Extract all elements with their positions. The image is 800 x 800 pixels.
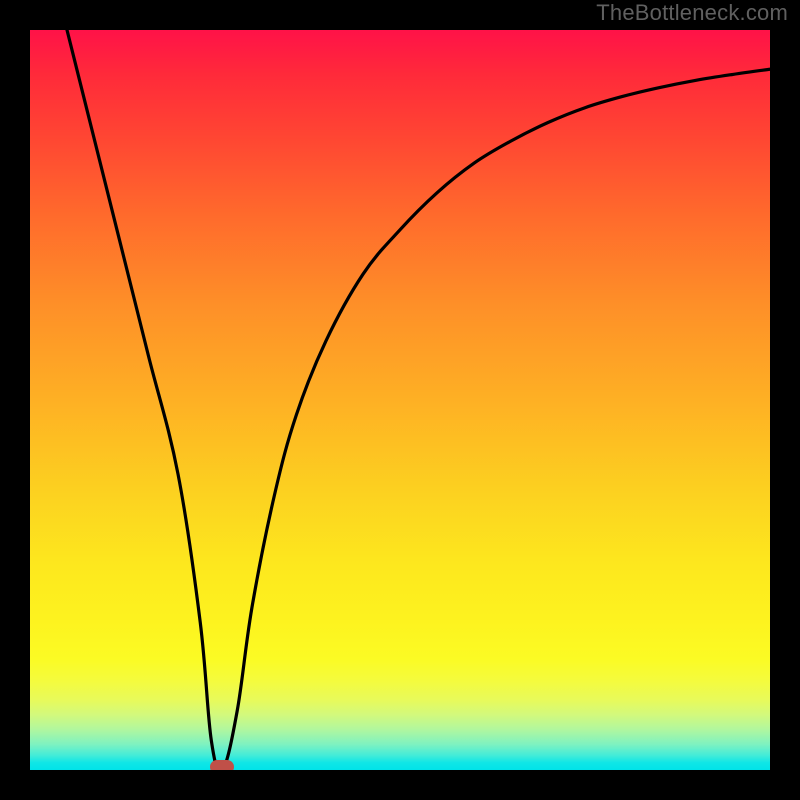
bottleneck-curve — [30, 30, 770, 770]
chart-frame: TheBottleneck.com — [0, 0, 800, 800]
attribution-text: TheBottleneck.com — [596, 0, 788, 26]
optimal-point-marker — [210, 760, 234, 770]
plot-area — [30, 30, 770, 770]
